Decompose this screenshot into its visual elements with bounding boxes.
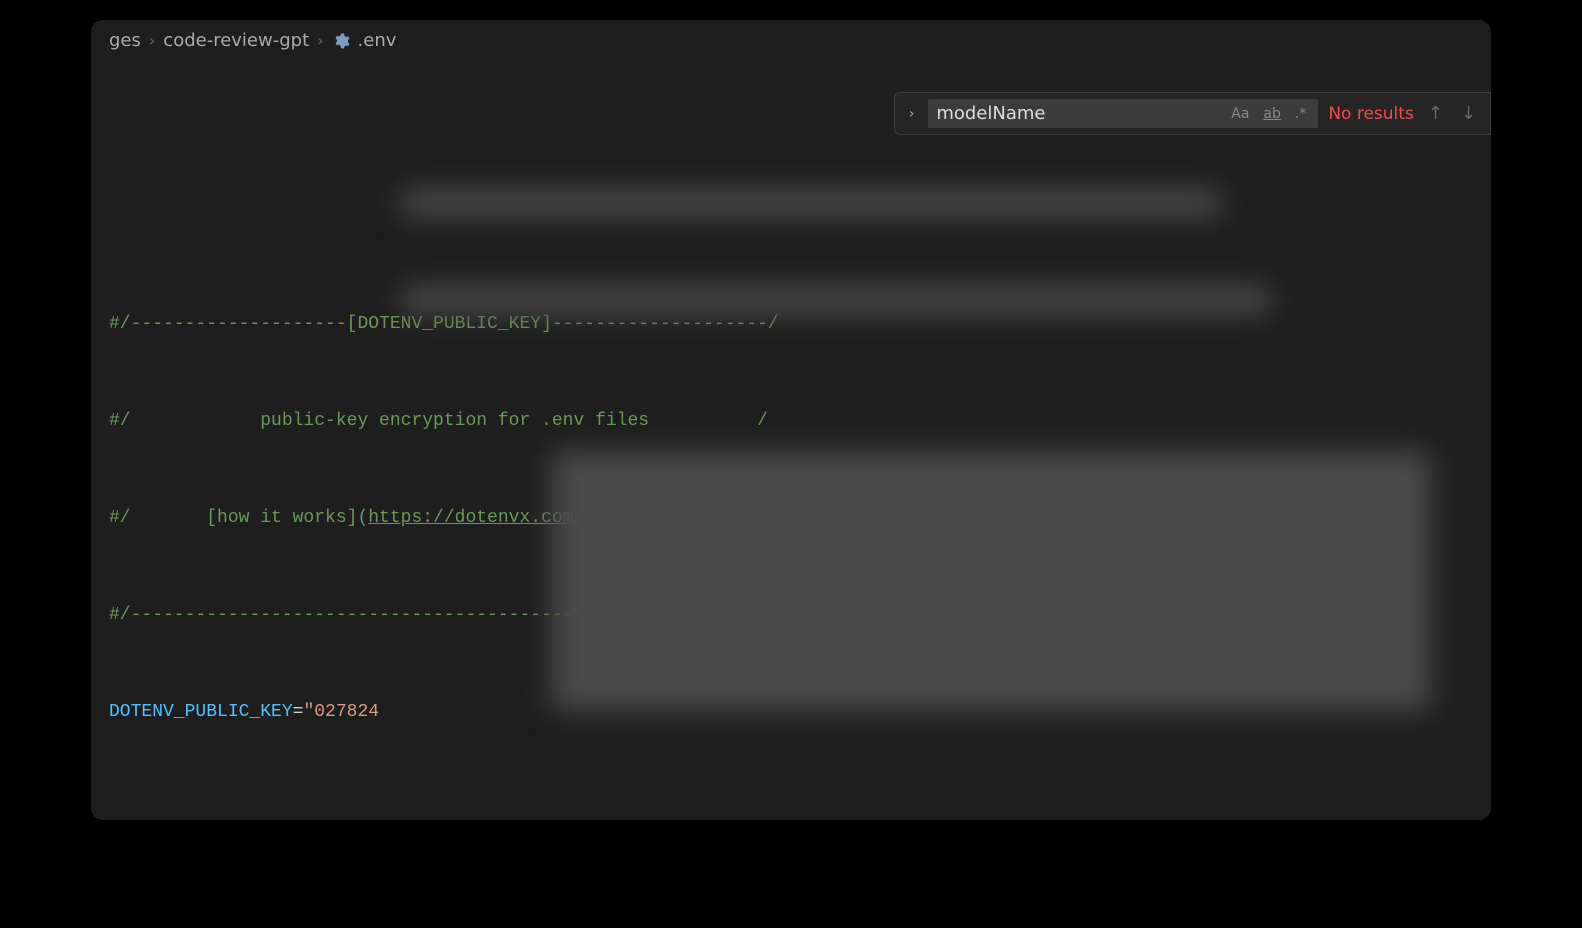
env-value: "027824	[303, 702, 379, 722]
code-editor[interactable]: #/--------------------[DOTENV_PUBLIC_KEY…	[91, 61, 1491, 820]
code-comment: #/ public-key encryption for .env files …	[109, 411, 768, 431]
breadcrumb-part[interactable]: ges	[109, 30, 141, 51]
editor-window: ges › code-review-gpt › .env › Aa ab .* …	[91, 20, 1491, 820]
gear-icon	[332, 32, 350, 50]
code-comment: #/--------------------[DOTENV_PUBLIC_KEY…	[109, 314, 779, 334]
breadcrumb-separator: ›	[149, 31, 155, 50]
breadcrumb-separator: ›	[317, 31, 323, 50]
env-key: DOTENV_PUBLIC_KEY	[109, 702, 293, 722]
breadcrumb-filename[interactable]: .env	[358, 30, 397, 51]
breadcrumb-part[interactable]: code-review-gpt	[163, 30, 309, 51]
breadcrumb: ges › code-review-gpt › .env	[91, 20, 1491, 61]
equals: =	[293, 702, 304, 722]
